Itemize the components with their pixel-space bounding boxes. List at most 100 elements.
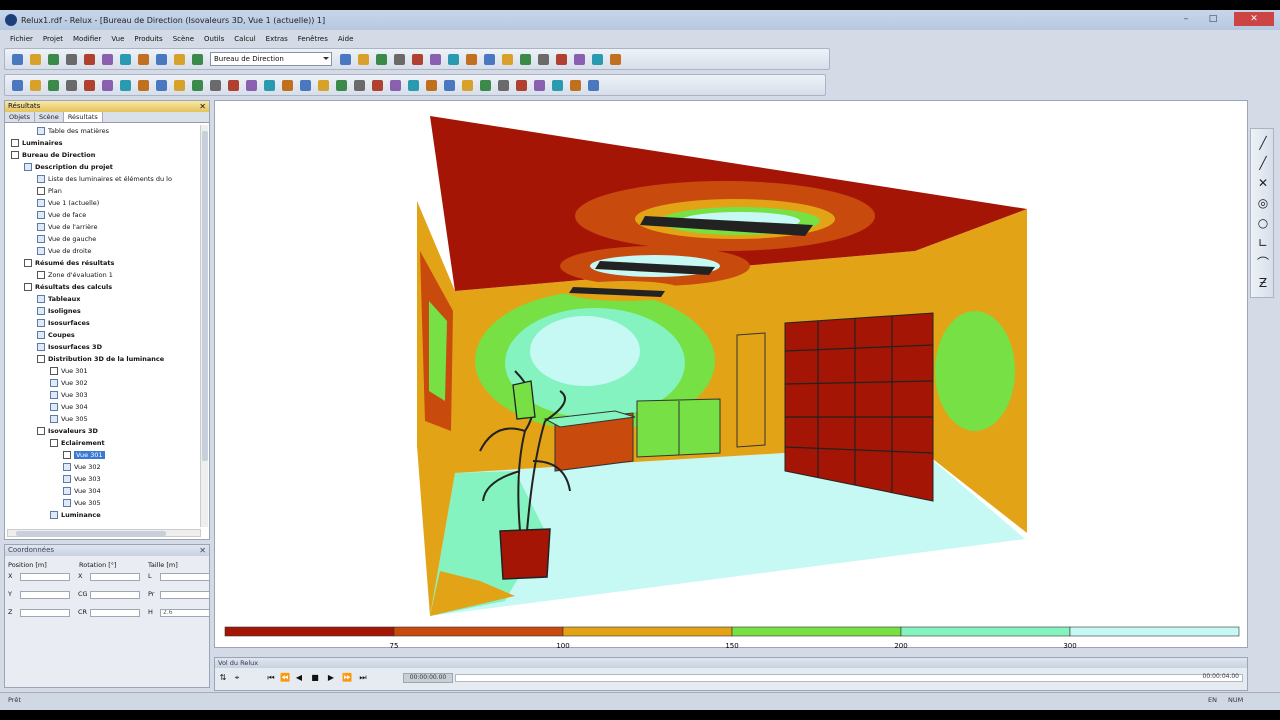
tree-item[interactable]: Vue 304 — [50, 401, 88, 413]
cross-icon[interactable]: ✕ — [1255, 175, 1271, 191]
tab-0[interactable]: Objets — [5, 112, 35, 122]
camera-icon[interactable] — [607, 51, 623, 67]
rotate-icon[interactable] — [427, 51, 443, 67]
tree-item[interactable]: Vue 305 — [50, 413, 88, 425]
wall-icon[interactable] — [535, 51, 551, 67]
object-icon[interactable] — [153, 77, 169, 93]
menu-item[interactable]: Aide — [333, 35, 358, 43]
tree-item[interactable]: Résumé des résultats — [24, 257, 114, 269]
paste-icon[interactable] — [153, 51, 169, 67]
tree-item[interactable]: Isolignes — [37, 305, 81, 317]
tree-item[interactable]: Luminaires — [11, 137, 63, 149]
tree-item[interactable]: Isosurfaces — [37, 317, 90, 329]
tree-item[interactable]: Luminance — [50, 509, 101, 521]
print-icon[interactable] — [63, 51, 79, 67]
coord-field[interactable] — [160, 573, 210, 581]
arrow-icon[interactable] — [225, 77, 241, 93]
play-icon[interactable]: ▶ — [325, 672, 337, 684]
save-icon[interactable] — [45, 51, 61, 67]
sensor-icon[interactable] — [373, 51, 389, 67]
tree-item[interactable]: Vue 302 — [50, 377, 88, 389]
luminaire-icon[interactable] — [337, 51, 353, 67]
tree-item[interactable]: Vue 301 — [50, 365, 88, 377]
tree-item[interactable]: Isosurfaces 3D — [37, 341, 102, 353]
prev-key-icon[interactable]: ⏪ — [279, 672, 291, 684]
view-combo[interactable]: Bureau de Direction — [210, 52, 332, 66]
menu-item[interactable]: Projet — [38, 35, 68, 43]
brick-icon[interactable] — [171, 77, 187, 93]
circle-icon[interactable]: ◎ — [1255, 195, 1271, 211]
coord-field[interactable] — [90, 609, 140, 617]
export-icon[interactable] — [99, 51, 115, 67]
tree-item[interactable]: Vue 302 — [63, 461, 101, 473]
tree-item[interactable]: Liste des luminaires et éléments du lo — [37, 173, 172, 185]
open-icon[interactable] — [27, 51, 43, 67]
menu-item[interactable]: Outils — [199, 35, 229, 43]
ortho-icon[interactable] — [63, 77, 79, 93]
erase-icon[interactable] — [571, 51, 587, 67]
snap-point-icon[interactable] — [27, 77, 43, 93]
tree-vertical-scrollbar[interactable] — [200, 125, 208, 527]
render-icon[interactable] — [261, 77, 277, 93]
iso-view-icon[interactable] — [495, 77, 511, 93]
light-icon[interactable] — [207, 77, 223, 93]
arc-icon[interactable]: ⌒ — [1255, 255, 1271, 271]
print-preview-icon[interactable] — [81, 51, 97, 67]
new-icon[interactable] — [9, 51, 25, 67]
tree-item[interactable]: Bureau de Direction — [11, 149, 95, 161]
tree-item[interactable]: Vue de l'arrière — [37, 221, 98, 233]
select-icon[interactable] — [99, 77, 115, 93]
tree-item[interactable]: Résultats des calculs — [24, 281, 112, 293]
wireframe-icon[interactable] — [369, 77, 385, 93]
shaded-icon[interactable] — [405, 77, 421, 93]
tree-item[interactable]: Vue de face — [37, 209, 86, 221]
tab-2[interactable]: Résultats — [64, 112, 103, 122]
results-panel-close-icon[interactable]: ✕ — [199, 101, 206, 112]
last-frame-icon[interactable]: ⏭ — [357, 672, 369, 684]
polyline-icon[interactable]: ╱ — [1255, 155, 1271, 171]
move-icon[interactable] — [409, 51, 425, 67]
menu-item[interactable]: Extras — [261, 35, 293, 43]
coord-field[interactable] — [20, 609, 70, 617]
coordinates-panel-close-icon[interactable]: ✕ — [199, 545, 206, 556]
tree-horizontal-scrollbar[interactable] — [7, 529, 201, 537]
zoom-out-icon[interactable] — [297, 77, 313, 93]
tree-item[interactable]: Distribution 3D de la luminance — [37, 353, 164, 365]
pan-icon[interactable] — [351, 77, 367, 93]
tree-item[interactable]: Tableaux — [37, 293, 80, 305]
minimize-button[interactable]: – — [1174, 12, 1198, 26]
box-icon[interactable] — [499, 51, 515, 67]
tree-item[interactable]: Vue de droite — [37, 245, 91, 257]
tree-item[interactable]: Zone d'évaluation 1 — [37, 269, 113, 281]
coord-field[interactable] — [160, 591, 210, 599]
tab-1[interactable]: Scène — [35, 112, 64, 122]
report-icon[interactable] — [549, 77, 565, 93]
step-back-icon[interactable]: ◀ — [293, 672, 305, 684]
tree-item[interactable]: Vue 305 — [63, 497, 101, 509]
tree-item[interactable]: Table des matières — [37, 125, 109, 137]
mirror-icon[interactable] — [463, 51, 479, 67]
grid-icon[interactable] — [81, 77, 97, 93]
coord-field[interactable] — [20, 591, 70, 599]
tree-item[interactable]: Plan — [37, 185, 62, 197]
surface-icon[interactable] — [135, 77, 151, 93]
menu-item[interactable]: Produits — [129, 35, 167, 43]
zoom-extents-icon[interactable] — [333, 77, 349, 93]
tree-item[interactable]: Description du projet — [24, 161, 113, 173]
settings-icon[interactable] — [585, 77, 601, 93]
tree-item[interactable]: Vue 1 (actuelle) — [37, 197, 99, 209]
tree-item[interactable]: Vue 303 — [63, 473, 101, 485]
print-view-icon[interactable] — [531, 77, 547, 93]
tree-item[interactable]: Isovaleurs 3D — [37, 425, 98, 437]
layer-icon[interactable] — [45, 77, 61, 93]
time-start-field[interactable]: 00:00:00.00 — [403, 673, 453, 683]
zigzag-icon[interactable]: Ƶ — [1255, 275, 1271, 291]
menu-item[interactable]: Modifier — [68, 35, 106, 43]
array-icon[interactable] — [481, 51, 497, 67]
top-view-icon[interactable] — [477, 77, 493, 93]
tree-item[interactable]: Eclairement — [50, 437, 105, 449]
side-view-icon[interactable] — [459, 77, 475, 93]
redo-icon[interactable] — [189, 51, 205, 67]
undo-icon[interactable] — [171, 51, 187, 67]
line-draw-icon[interactable]: ╱ — [1255, 135, 1271, 151]
